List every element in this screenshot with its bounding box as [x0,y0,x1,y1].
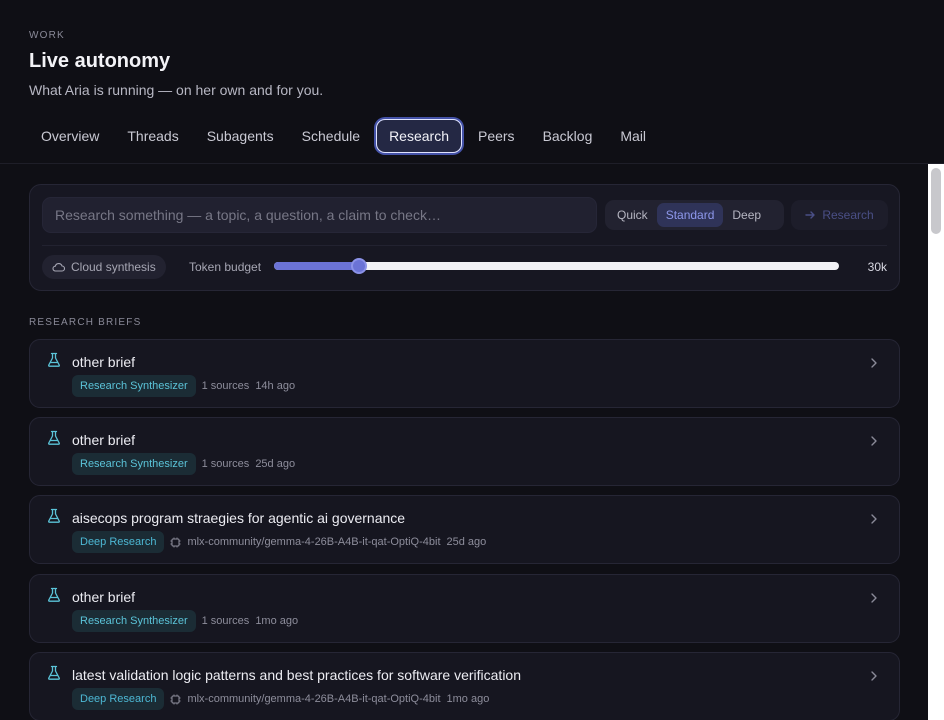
brief-title: other brief [72,354,136,370]
brief-title: other brief [72,589,136,605]
depth-deep[interactable]: Deep [723,203,770,227]
brief-age: 14h ago [255,380,296,392]
brief-meta: Research Synthesizer 1 sources 25d ago [72,453,295,475]
page-header: WORK Live autonomy What Aria is running … [0,0,944,164]
token-budget-slider[interactable] [274,258,839,274]
brief-type-badge: Research Synthesizer [72,453,196,475]
brief-title: other brief [72,432,136,448]
research-composer: Quick Standard Deep Research Cloud synth… [29,184,900,291]
tab-mail[interactable]: Mail [608,119,658,153]
model-chip-icon [170,537,181,547]
page-title: Live autonomy [29,50,171,72]
section-eyebrow: WORK [29,30,65,41]
depth-quick[interactable]: Quick [608,203,657,227]
brief-model: mlx-community/gemma-4-26B-A4B-it-qat-Opt… [187,536,441,548]
brief-meta: Research Synthesizer 1 sources 1mo ago [72,610,298,632]
depth-selector: Quick Standard Deep [605,200,784,230]
brief-card[interactable]: other brief Research Synthesizer 1 sources… [29,339,900,408]
brief-card[interactable]: other brief Research Synthesizer 1 sources… [29,574,900,643]
scrollbar[interactable] [928,164,944,720]
brief-card[interactable]: latest validation logic patterns and bes… [29,652,900,720]
brief-meta: Research Synthesizer 1 sources 14h ago [72,375,295,397]
brief-model: mlx-community/gemma-4-26B-A4B-it-qat-Opt… [187,693,441,705]
flask-icon [48,665,60,680]
chevron-right-icon [871,358,877,368]
research-button[interactable]: Research [791,200,888,230]
brief-meta: Deep Research mlx-community/gemma-4-26B-A… [72,688,489,710]
brief-age: 1mo ago [446,693,490,705]
arrow-right-icon [805,211,816,219]
tab-overview[interactable]: Overview [29,119,111,153]
chevron-right-icon [871,436,877,446]
brief-card[interactable]: other brief Research Synthesizer 1 sources… [29,417,900,486]
brief-age: 25d ago [255,458,296,470]
brief-card[interactable]: aisecops program straegies for agentic a… [29,495,900,564]
tab-backlog[interactable]: Backlog [531,119,605,153]
brief-age: 1mo ago [255,615,299,627]
brief-type-badge: Research Synthesizer [72,375,196,397]
composer-divider [42,245,887,246]
brief-sources: 1 sources [201,380,250,392]
cloud-synthesis-label: Cloud synthesis [71,260,156,274]
flask-icon [48,587,60,602]
work-page: WORK Live autonomy What Aria is running … [0,0,944,720]
chevron-right-icon [871,671,877,681]
brief-age: 25d ago [446,536,487,548]
brief-type-badge: Deep Research [72,688,165,710]
chevron-right-icon [871,593,877,603]
token-budget-label: Token budget [189,260,262,274]
token-budget-fill [274,262,359,270]
tab-peers[interactable]: Peers [466,119,527,153]
brief-type-badge: Deep Research [72,531,165,553]
depth-standard[interactable]: Standard [656,203,724,227]
briefs-section-label: RESEARCH BRIEFS [29,317,142,328]
page-subtitle: What Aria is running — on her own and fo… [29,82,324,98]
tab-threads[interactable]: Threads [115,119,190,153]
brief-title: aisecops program straegies for agentic a… [72,510,406,526]
scrollbar-thumb[interactable] [931,168,941,234]
tab-schedule[interactable]: Schedule [290,119,372,153]
tab-bar: Overview Threads Subagents Schedule Rese… [29,119,662,153]
flask-icon [48,508,60,523]
flask-icon [48,352,60,367]
brief-meta: Deep Research mlx-community/gemma-4-26B-A… [72,531,486,553]
brief-title: latest validation logic patterns and bes… [72,667,522,683]
tab-research[interactable]: Research [376,119,462,153]
cloud-icon [52,263,65,272]
tab-subagents[interactable]: Subagents [195,119,286,153]
research-panel: Quick Standard Deep Research Cloud synth… [0,165,928,720]
research-button-label: Research [822,208,874,222]
brief-sources: 1 sources [201,458,250,470]
cloud-synthesis-toggle[interactable]: Cloud synthesis [42,255,166,279]
chevron-right-icon [871,514,877,524]
token-budget-value: 30k [867,260,887,274]
token-budget-thumb[interactable] [350,258,367,274]
flask-icon [48,430,60,445]
research-input[interactable] [42,197,597,233]
brief-sources: 1 sources [201,615,250,627]
brief-type-badge: Research Synthesizer [72,610,196,632]
model-chip-icon [170,694,181,704]
